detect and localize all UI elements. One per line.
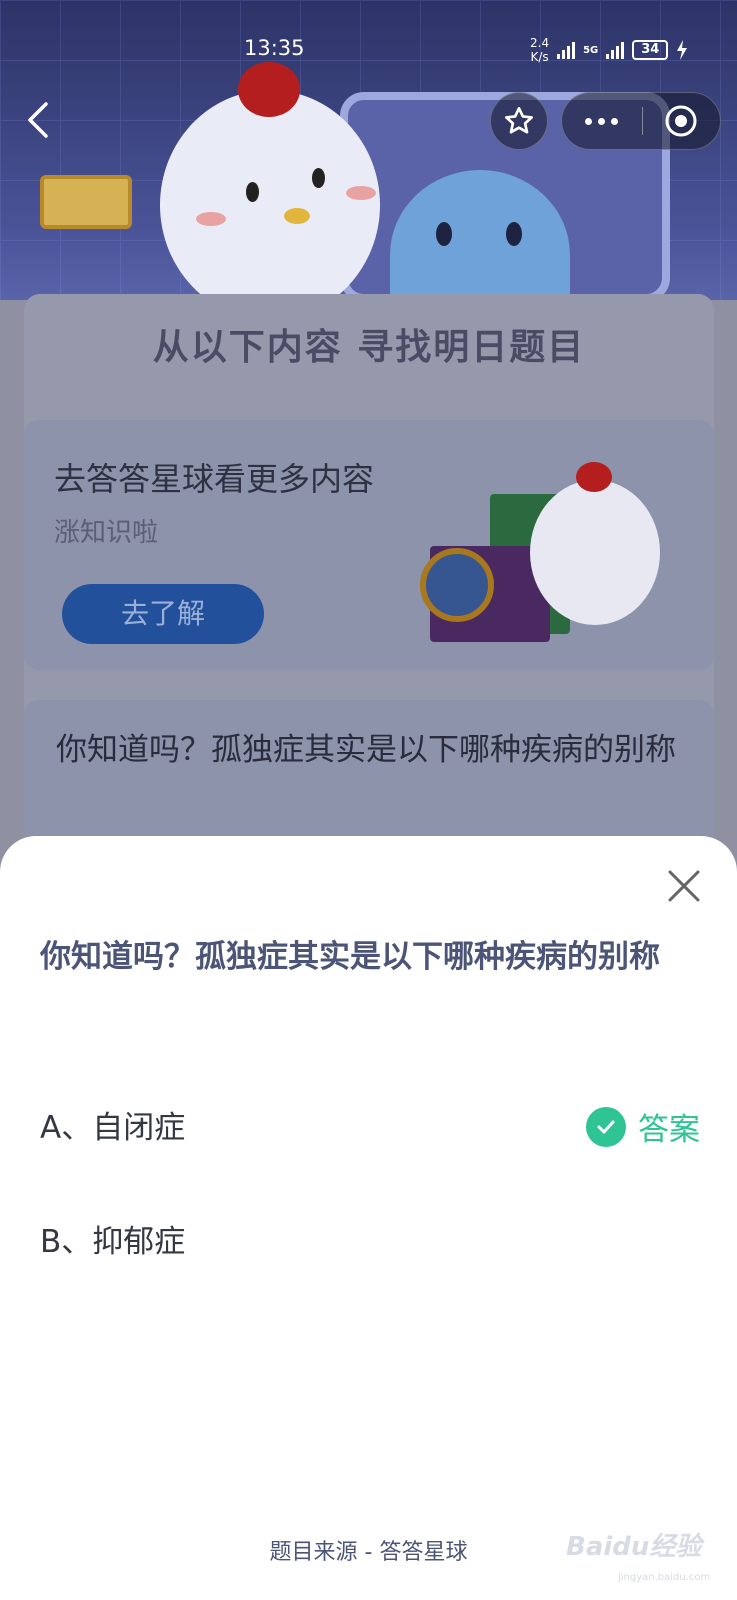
chick-comb	[576, 462, 612, 492]
alien-eye	[506, 222, 522, 246]
option-b[interactable]: B、抑郁症	[40, 1208, 700, 1268]
chicken-comb	[238, 62, 300, 117]
target-icon	[665, 105, 697, 137]
answer-badge: 答案	[586, 1104, 700, 1149]
chicken-blush	[196, 212, 226, 226]
banner-title: 从以下内容 寻找明日题目	[152, 327, 586, 368]
medal-board-illustration	[40, 175, 132, 229]
miniprogram-capsule	[561, 92, 721, 150]
check-circle-icon	[586, 1106, 626, 1147]
baidu-watermark: Baidu经验	[566, 1532, 702, 1562]
sheet-question: 你知道吗？孤独症其实是以下哪种疾病的别称	[40, 939, 660, 975]
chicken-beak	[284, 208, 310, 224]
learn-more-title: 去答答星球看更多内容	[54, 460, 375, 498]
status-indicators: 2.4 K/s 5G 34	[530, 32, 688, 68]
baidu-watermark-url: jingyan.baidu.com	[618, 1572, 711, 1583]
globe-illustration	[420, 548, 494, 622]
learn-more-button[interactable]: 去了解	[62, 584, 264, 644]
battery-icon: 34	[632, 40, 669, 60]
answer-label: 答案	[638, 1112, 700, 1148]
status-time: 13:35	[244, 36, 305, 60]
more-button[interactable]	[562, 92, 642, 150]
question-card-text: 你知道吗？孤独症其实是以下哪种疾病的别称	[56, 732, 676, 768]
alien-eye	[436, 222, 452, 246]
signal-icon	[606, 41, 625, 59]
option-label: B、抑郁症	[40, 1223, 186, 1260]
favorite-button[interactable]	[490, 92, 548, 150]
chicken-eye	[312, 168, 325, 188]
signal-icon	[557, 41, 576, 59]
net-speed: 2.4 K/s	[530, 36, 550, 64]
learn-more-subtitle: 涨知识啦	[54, 518, 159, 548]
close-icon[interactable]	[664, 866, 704, 906]
more-dots-icon	[585, 117, 593, 125]
charging-icon	[677, 40, 688, 60]
star-icon	[505, 107, 533, 134]
chicken-blush	[346, 186, 376, 200]
option-a[interactable]: A、自闭症 答案	[40, 1094, 700, 1154]
chicken-mascot	[160, 90, 380, 320]
close-app-button[interactable]	[643, 92, 721, 150]
chick-illustration	[530, 480, 660, 625]
chevron-left-icon[interactable]	[22, 98, 62, 142]
chicken-eye	[246, 182, 259, 202]
option-label: A、自闭症	[40, 1109, 186, 1146]
network-type: 5G	[583, 44, 599, 56]
